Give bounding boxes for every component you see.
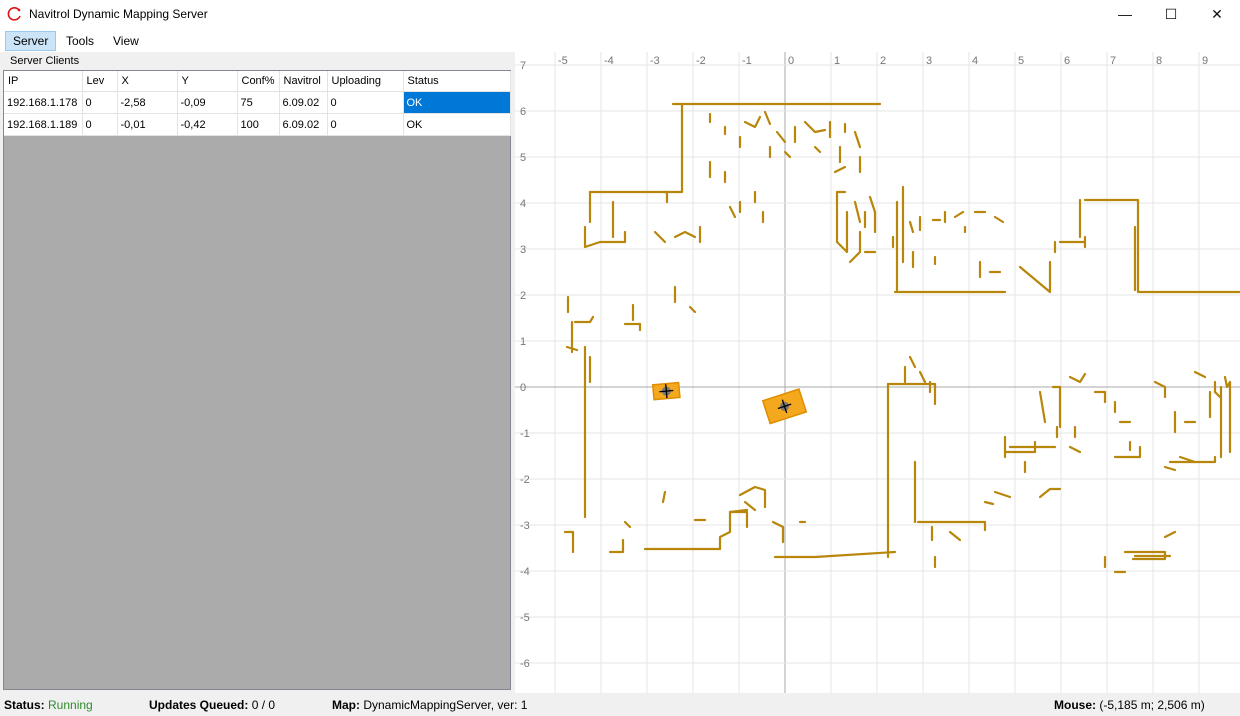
map-grid [515,52,1240,693]
status-field: Status: Running [4,698,93,712]
map-canvas[interactable]: -5 -4 -3 -2 -1 0 1 2 3 4 5 6 7 8 9 7 6 5 4 3 2 1 0 -1 -2 -3 -4 -5 -6 [515,52,1240,693]
x-tick-label: 9 [1202,55,1208,67]
close-button[interactable]: ✕ [1194,0,1240,28]
y-tick-label: 3 [520,244,526,256]
server-clients-label: Server Clients [10,55,80,67]
map-label: Map: [332,698,360,712]
cell-uploading: 0 [327,91,404,114]
column-header-conf[interactable]: Conf% [237,71,280,92]
column-header-status[interactable]: Status [403,71,511,92]
axis-labels: -5 -4 -3 -2 -1 0 1 2 3 4 5 6 7 8 9 7 6 5 4 3 2 1 0 -1 -2 -3 -4 -5 -6 [520,55,1208,670]
app-logo-icon [7,7,21,21]
robot-marker[interactable] [761,388,808,425]
y-tick-label: -2 [520,474,530,486]
x-tick-label: 8 [1156,55,1162,67]
cell-ip: 192.168.1.189 [4,113,83,136]
queue-label: Updates Queued: [149,698,249,712]
x-tick-label: -1 [742,55,752,67]
column-header-ip[interactable]: IP [4,71,83,92]
maximize-button[interactable]: ☐ [1148,0,1194,28]
mouse-value: (-5,185 m; 2,506 m) [1099,698,1205,712]
cell-conf: 100 [237,113,280,136]
y-tick-label: -6 [520,658,530,670]
y-tick-label: 1 [520,336,526,348]
cell-navitrol: 6.09.02 [279,113,328,136]
robots-layer [651,381,808,425]
x-tick-label: 3 [926,55,932,67]
y-tick-label: 2 [520,290,526,302]
x-tick-label: 2 [880,55,886,67]
clients-table: IP Lev X Y Conf% Navitrol Uploading Stat… [4,71,511,136]
map-walls [563,102,1240,574]
y-tick-label: -5 [520,612,530,624]
title-bar: Navitrol Dynamic Mapping Server — ☐ ✕ [0,0,1240,28]
y-tick-label: 6 [520,106,526,118]
table-header-row: IP Lev X Y Conf% Navitrol Uploading Stat… [4,71,511,92]
table-row[interactable]: 192.168.1.178 0 -2,58 -0,09 75 6.09.02 0… [4,91,511,114]
column-header-x[interactable]: X [117,71,178,92]
x-tick-label: 4 [972,55,978,67]
x-tick-label: -2 [696,55,706,67]
cell-y: -0,09 [177,91,238,114]
status-label: Status: [4,698,45,712]
cell-y: -0,42 [177,113,238,136]
clients-panel: IP Lev X Y Conf% Navitrol Uploading Stat… [3,70,511,690]
table-row[interactable]: 192.168.1.189 0 -0,01 -0,42 100 6.09.02 … [4,113,511,136]
y-tick-label: 0 [520,382,526,394]
menu-view[interactable]: View [105,31,147,51]
map-field: Map: DynamicMappingServer, ver: 1 [332,698,527,712]
mouse-field: Mouse: (-5,185 m; 2,506 m) [1054,698,1205,712]
menu-bar: Server Tools View [0,28,1240,52]
column-header-lev[interactable]: Lev [82,71,118,92]
cell-status: OK [403,91,511,114]
robot-marker[interactable] [651,381,681,401]
x-tick-label: -4 [604,55,614,67]
cell-conf: 75 [237,91,280,114]
close-icon: ✕ [1211,5,1223,22]
y-tick-label: -4 [520,566,530,578]
cell-x: -2,58 [117,91,178,114]
y-tick-label: 5 [520,152,526,164]
window-title: Navitrol Dynamic Mapping Server [29,7,208,21]
y-tick-label: -3 [520,520,530,532]
cell-navitrol: 6.09.02 [279,91,328,114]
map-view[interactable]: -5 -4 -3 -2 -1 0 1 2 3 4 5 6 7 8 9 7 6 5 4 3 2 1 0 -1 -2 -3 -4 -5 -6 [515,52,1240,693]
x-tick-label: 5 [1018,55,1024,67]
column-header-uploading[interactable]: Uploading [327,71,404,92]
cell-lev: 0 [82,91,118,114]
cell-uploading: 0 [327,113,404,136]
cell-status: OK [403,113,511,136]
x-tick-label: 0 [788,55,794,67]
y-tick-label: 4 [520,198,526,210]
minimize-button[interactable]: — [1102,0,1148,28]
column-header-navitrol[interactable]: Navitrol [279,71,328,92]
map-value: DynamicMappingServer, ver: 1 [363,698,528,712]
x-tick-label: 7 [1110,55,1116,67]
mouse-label: Mouse: [1054,698,1096,712]
menu-server[interactable]: Server [5,31,57,51]
x-tick-label: -3 [650,55,660,67]
cell-x: -0,01 [117,113,178,136]
x-tick-label: -5 [558,55,568,67]
maximize-icon: ☐ [1164,5,1178,22]
status-bar: Status: Running Updates Queued: 0 / 0 Ma… [0,693,1240,716]
y-tick-label: -1 [520,428,530,440]
status-value: Running [48,698,93,712]
y-tick-label: 7 [520,60,526,72]
queue-value: 0 / 0 [251,698,276,712]
cell-ip: 192.168.1.178 [4,91,83,114]
x-tick-label: 6 [1064,55,1070,67]
cell-lev: 0 [82,113,118,136]
minimize-icon: — [1118,6,1132,22]
column-header-y[interactable]: Y [177,71,238,92]
x-tick-label: 1 [834,55,840,67]
menu-tools[interactable]: Tools [58,31,102,51]
queue-field: Updates Queued: 0 / 0 [149,698,275,712]
